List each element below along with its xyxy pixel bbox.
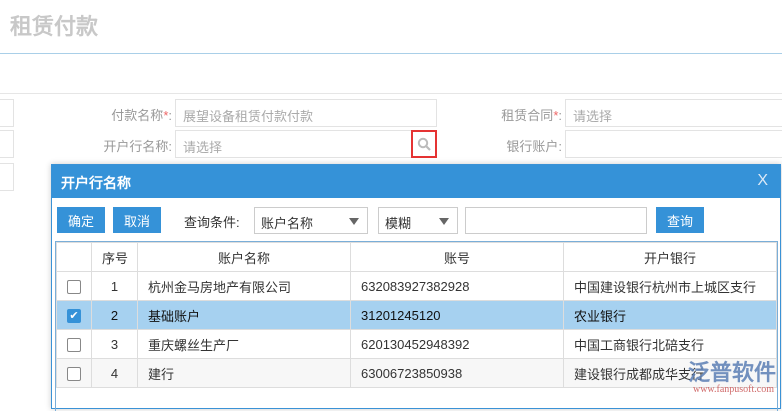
- row-checkbox[interactable]: [67, 366, 81, 381]
- row-number: 4: [91, 358, 138, 388]
- account-name: 基础账户: [137, 300, 351, 330]
- bank-account-input[interactable]: [565, 130, 782, 158]
- table-row[interactable]: ✔ 2 基础账户 31201245120 农业银行: [56, 300, 777, 330]
- watermark-url: www.fanpusoft.com: [692, 384, 774, 395]
- query-input[interactable]: [465, 207, 647, 234]
- account-number: 632083927382928: [350, 271, 564, 301]
- bank-name-input[interactable]: 请选择: [175, 130, 437, 158]
- left-field[interactable]: [0, 99, 14, 127]
- row-number: 2: [91, 300, 138, 330]
- bank-name: 农业银行: [563, 300, 777, 330]
- account-name: 杭州金马房地产有限公司: [137, 271, 351, 301]
- bank-table: 序号 账户名称 账号 开户银行 1 杭州金马房地产有限公司 6320839273…: [55, 241, 778, 411]
- row-number: 3: [91, 329, 138, 359]
- confirm-button[interactable]: 确定: [57, 207, 105, 233]
- close-icon[interactable]: X: [757, 172, 768, 190]
- pay-name-input[interactable]: 展望设备租赁付款付款: [175, 99, 437, 127]
- divider: [0, 93, 782, 94]
- cancel-button[interactable]: 取消: [113, 207, 161, 233]
- chevron-down-icon: [439, 218, 449, 225]
- account-number: 31201245120: [350, 300, 564, 330]
- left-field[interactable]: [0, 163, 14, 191]
- contract-label: 租赁合同*:: [501, 108, 562, 123]
- query-button[interactable]: 查询: [656, 207, 704, 233]
- col-header: [56, 242, 92, 272]
- bank-account-label: 银行账户:: [506, 139, 562, 154]
- col-header: 账号: [350, 242, 564, 272]
- row-checkbox-checked[interactable]: ✔: [67, 308, 81, 323]
- account-number: 620130452948392: [350, 329, 564, 359]
- col-header: 序号: [91, 242, 138, 272]
- table-row[interactable]: 4 建行 63006723850938 建设银行成都成华支行: [56, 358, 777, 388]
- row-number: 1: [91, 271, 138, 301]
- account-name: 建行: [137, 358, 351, 388]
- row-checkbox[interactable]: [67, 337, 81, 352]
- chevron-down-icon: [349, 218, 359, 225]
- contract-input[interactable]: 请选择: [565, 99, 782, 127]
- table-header: 序号 账户名称 账号 开户银行: [56, 242, 777, 272]
- search-icon[interactable]: [411, 130, 437, 158]
- table-row[interactable]: 3 重庆螺丝生产厂 620130452948392 中国工商银行北碚支行: [56, 329, 777, 359]
- watermark-logo: 泛普软件: [687, 360, 776, 385]
- bank-name: 中国建设银行杭州市上城区支行: [563, 271, 777, 301]
- mode-select[interactable]: 模糊: [378, 207, 458, 234]
- dialog-title: 开户行名称: [61, 175, 131, 191]
- col-header: 账户名称: [137, 242, 351, 272]
- dialog-header: 开户行名称 X: [52, 165, 780, 198]
- left-field[interactable]: [0, 130, 14, 158]
- account-name: 重庆螺丝生产厂: [137, 329, 351, 359]
- row-checkbox[interactable]: [67, 279, 81, 294]
- field-select[interactable]: 账户名称: [254, 207, 368, 234]
- bank-name-label: 开户行名称:: [103, 139, 172, 154]
- page-title: 租赁付款: [10, 14, 99, 39]
- col-header: 开户银行: [563, 242, 777, 272]
- bank-select-dialog: 开户行名称 X 确定 取消 查询条件: 账户名称 模糊 查询 序号 账户名称 账号…: [51, 164, 781, 411]
- query-label: 查询条件:: [184, 215, 240, 230]
- table-row[interactable]: 1 杭州金马房地产有限公司 632083927382928 中国建设银行杭州市上…: [56, 271, 777, 301]
- account-number: 63006723850938: [350, 358, 564, 388]
- pay-name-label: 付款名称*:: [111, 108, 172, 123]
- divider: [0, 53, 782, 54]
